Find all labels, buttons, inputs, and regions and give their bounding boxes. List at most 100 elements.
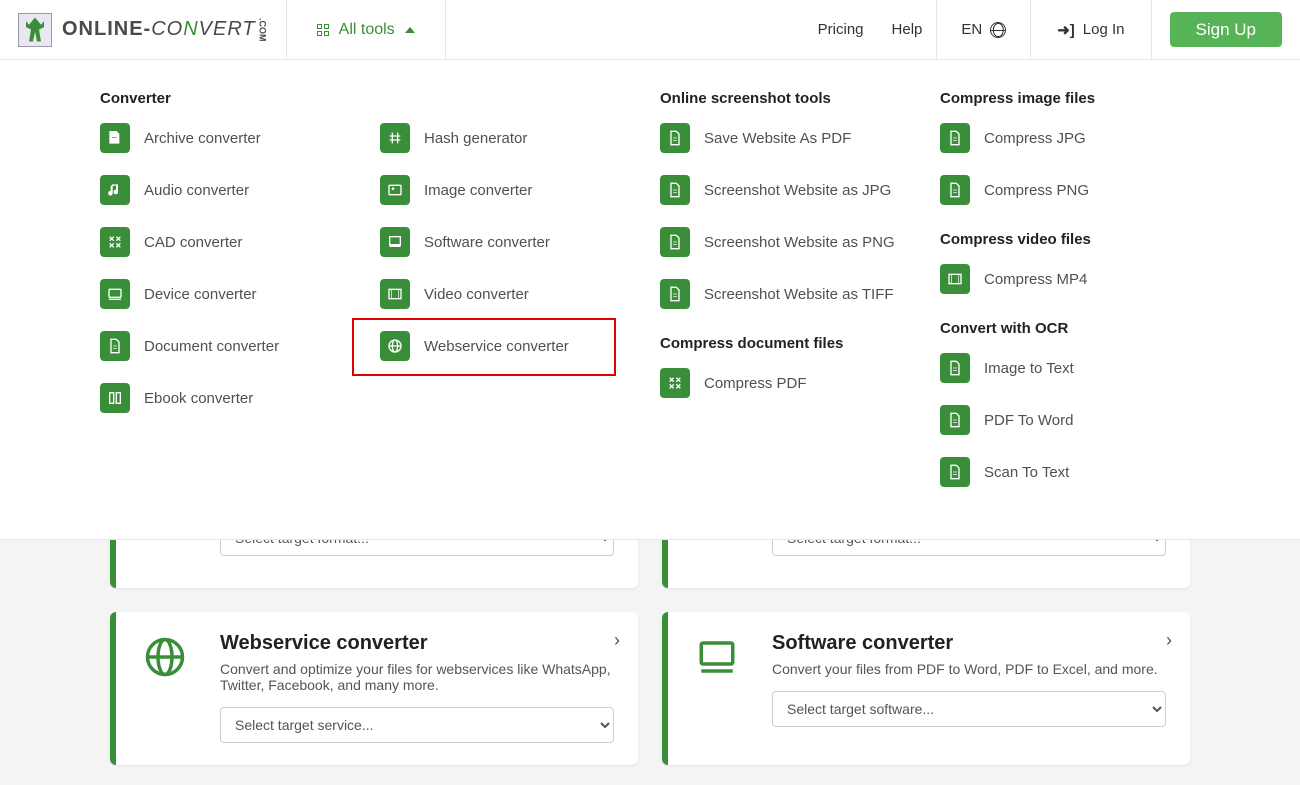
menu-item-label: Archive converter	[144, 130, 261, 147]
nav-pricing[interactable]: Pricing	[804, 0, 878, 59]
menu-heading-compress-vid: Compress video files	[940, 231, 1220, 248]
software-icon	[380, 227, 410, 257]
device-icon	[100, 279, 130, 309]
doc-icon	[100, 331, 130, 361]
menu-item-device-converter[interactable]: Device converter	[100, 279, 380, 309]
menu-item-cad-converter[interactable]: CAD converter	[100, 227, 380, 257]
audio-icon	[100, 175, 130, 205]
menu-item-screenshot-website-as-tiff[interactable]: Screenshot Website as TIFF	[660, 279, 940, 309]
all-tools-mega-menu: Converter Archive converter Audio convert…	[0, 60, 1300, 540]
menu-heading-screenshot: Online screenshot tools	[660, 90, 940, 107]
menu-item-label: PDF To Word	[984, 412, 1073, 429]
menu-item-label: CAD converter	[144, 234, 242, 251]
menu-item-label: Screenshot Website as PNG	[704, 234, 895, 251]
menu-item-video-converter[interactable]: Video converter	[380, 279, 660, 309]
menu-item-label: Software converter	[424, 234, 550, 251]
image-icon	[380, 175, 410, 205]
doc-icon	[940, 123, 970, 153]
cad-icon	[100, 227, 130, 257]
web-icon	[380, 331, 410, 361]
menu-heading-ocr: Convert with OCR	[940, 320, 1220, 337]
logo[interactable]: ONLINE-CONVERT.COM	[0, 0, 287, 59]
menu-item-compress-mp4[interactable]: Compress MP4	[940, 264, 1220, 294]
menu-item-label: Image to Text	[984, 360, 1074, 377]
menu-item-label: Device converter	[144, 286, 257, 303]
doc-icon	[660, 227, 690, 257]
lang-label: EN	[961, 21, 982, 38]
menu-heading-converter: Converter	[100, 90, 380, 107]
menu-item-compress-pdf[interactable]: Compress PDF	[660, 368, 940, 398]
menu-item-compress-jpg[interactable]: Compress JPG	[940, 123, 1220, 153]
login-button[interactable]: ➜] Log In	[1031, 0, 1151, 59]
archive-icon	[100, 123, 130, 153]
doc-icon	[940, 353, 970, 383]
menu-item-software-converter[interactable]: Software converter	[380, 227, 660, 257]
menu-heading-compress-doc: Compress document files	[660, 335, 940, 352]
menu-item-label: Document converter	[144, 338, 279, 355]
menu-item-label: Webservice converter	[424, 338, 569, 355]
video-icon	[940, 264, 970, 294]
login-icon: ➜]	[1057, 21, 1075, 39]
card-desc: Convert and optimize your files for webs…	[220, 661, 614, 693]
menu-item-label: Video converter	[424, 286, 529, 303]
doc-icon	[940, 457, 970, 487]
menu-item-hash-generator[interactable]: Hash generator	[380, 123, 660, 153]
language-selector[interactable]: EN	[936, 0, 1031, 59]
menu-item-audio-converter[interactable]: Audio converter	[100, 175, 380, 205]
globe-icon	[990, 22, 1006, 38]
menu-item-label: Screenshot Website as TIFF	[704, 286, 894, 303]
menu-item-label: Save Website As PDF	[704, 130, 851, 147]
menu-col-converter: Converter Archive converter Audio convert…	[100, 90, 380, 509]
card-desc: Convert your files from PDF to Word, PDF…	[772, 661, 1166, 677]
card-software-converter[interactable]: Software converter Convert your files fr…	[662, 612, 1190, 765]
signup-button[interactable]: Sign Up	[1170, 12, 1282, 47]
menu-item-image-to-text[interactable]: Image to Text	[940, 353, 1220, 383]
monitor-icon	[692, 632, 742, 682]
menu-item-archive-converter[interactable]: Archive converter	[100, 123, 380, 153]
converter-cards: Select target format... Select target fo…	[0, 500, 1300, 785]
logo-text: ONLINE-CONVERT.COM	[62, 18, 268, 42]
menu-item-label: Compress JPG	[984, 130, 1086, 147]
menu-item-ebook-converter[interactable]: Ebook converter	[100, 383, 380, 413]
all-tools-menu-trigger[interactable]: All tools	[287, 0, 446, 59]
menu-item-pdf-to-word[interactable]: PDF To Word	[940, 405, 1220, 435]
ebook-icon	[100, 383, 130, 413]
chevron-right-icon: ›	[614, 630, 620, 651]
app-header: ONLINE-CONVERT.COM All tools Pricing Hel…	[0, 0, 1300, 60]
hash-icon	[380, 123, 410, 153]
menu-col-screenshot: Online screenshot tools Save Website As …	[660, 90, 940, 509]
logo-icon	[18, 13, 52, 47]
menu-item-screenshot-website-as-png[interactable]: Screenshot Website as PNG	[660, 227, 940, 257]
menu-item-label: Compress PNG	[984, 182, 1089, 199]
menu-item-label: Hash generator	[424, 130, 527, 147]
menu-item-label: Ebook converter	[144, 390, 253, 407]
doc-icon	[660, 279, 690, 309]
menu-item-scan-to-text[interactable]: Scan To Text	[940, 457, 1220, 487]
nav-help[interactable]: Help	[878, 0, 937, 59]
menu-item-label: Scan To Text	[984, 464, 1069, 481]
video-icon	[380, 279, 410, 309]
target-service-select[interactable]: Select target service...	[220, 707, 614, 743]
card-title: Software converter	[772, 632, 1166, 655]
menu-item-save-website-as-pdf[interactable]: Save Website As PDF	[660, 123, 940, 153]
chevron-right-icon: ›	[1166, 630, 1172, 651]
menu-heading-compress-img: Compress image files	[940, 90, 1220, 107]
menu-item-webservice-converter[interactable]: Webservice converter	[380, 331, 660, 361]
menu-item-compress-png[interactable]: Compress PNG	[940, 175, 1220, 205]
globe-icon	[140, 632, 190, 682]
doc-icon	[660, 175, 690, 205]
menu-item-document-converter[interactable]: Document converter	[100, 331, 380, 361]
doc-icon	[660, 123, 690, 153]
menu-item-label: Compress MP4	[984, 271, 1087, 288]
compress-icon	[660, 368, 690, 398]
grid-icon	[317, 24, 329, 36]
menu-item-image-converter[interactable]: Image converter	[380, 175, 660, 205]
menu-item-label: Audio converter	[144, 182, 249, 199]
menu-col-compress: Compress image files Compress JPG Compres…	[940, 90, 1220, 509]
menu-item-screenshot-website-as-jpg[interactable]: Screenshot Website as JPG	[660, 175, 940, 205]
menu-item-label: Compress PDF	[704, 375, 807, 392]
doc-icon	[940, 175, 970, 205]
menu-item-label: Image converter	[424, 182, 532, 199]
card-webservice-converter[interactable]: Webservice converter Convert and optimiz…	[110, 612, 638, 765]
card-title: Webservice converter	[220, 632, 614, 655]
